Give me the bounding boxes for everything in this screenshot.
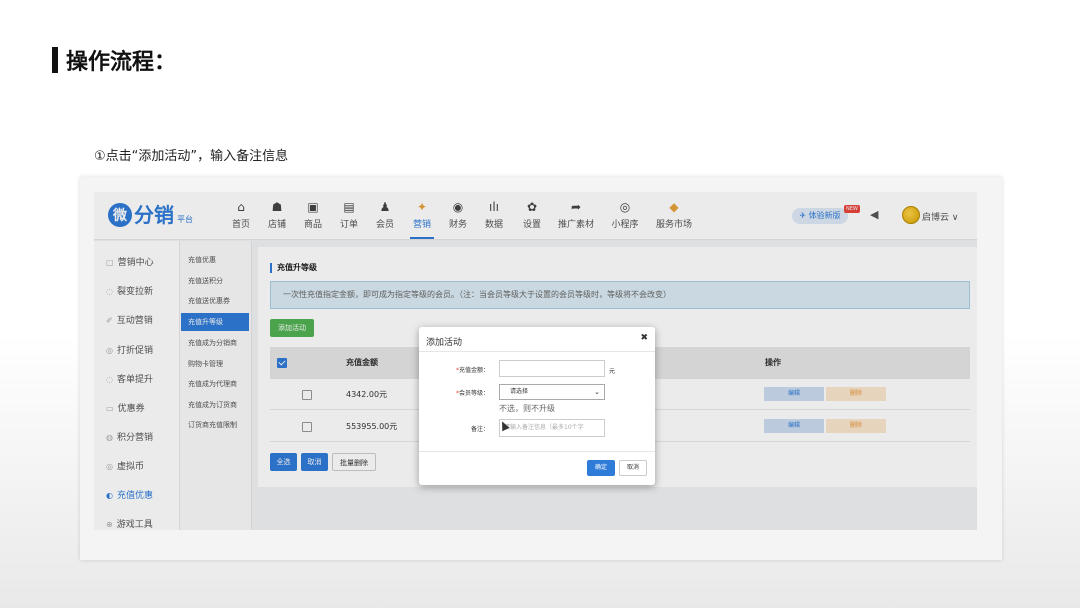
add-activity-modal: 添加活动 ✖ *充值金额： 元 *会员等级： 请选择 ⌄ 不选，则不升级 备注：… [419,327,655,485]
amount-input[interactable] [499,360,605,377]
level-hint: 不选，则不升级 [499,404,555,413]
level-selected-value: 请选择 [510,388,529,395]
modal-footer-divider [419,451,655,452]
modal-title: 添加活动 [426,338,463,348]
slide-title-text: 操作流程： [66,50,177,75]
level-select[interactable]: 请选择 ⌄ [499,384,605,400]
confirm-button[interactable]: 确定 [587,460,615,476]
amount-label: *充值金额： [429,365,489,374]
amount-label-text: 充值金额： [458,367,489,374]
title-bar [52,47,58,73]
screenshot-frame: 微 分销 平台 ⌂ 首页 ☗ 店铺 ▣ 商品 ▤ 订单 ♟ 会员 ✦ 营销 ◉ … [80,177,1002,560]
remark-label: 备注： [470,426,489,433]
close-icon[interactable]: ✖ [640,333,648,343]
chevron-down-icon: ⌄ [594,388,600,396]
step-note: ①点击“添加活动”，输入备注信息 [94,149,289,164]
amount-unit: 元 [609,368,616,375]
app-window: 微 分销 平台 ⌂ 首页 ☗ 店铺 ▣ 商品 ▤ 订单 ♟ 会员 ✦ 营销 ◉ … [94,192,977,530]
modal-divider [419,351,655,352]
remark-input[interactable]: 请输入备注信息（最多10个字 [499,419,605,437]
slide-title: 操作流程： [52,44,176,76]
level-label-text: 会员等级： [458,390,489,397]
cancel-button[interactable]: 取消 [619,460,647,476]
level-label: *会员等级： [429,388,489,397]
